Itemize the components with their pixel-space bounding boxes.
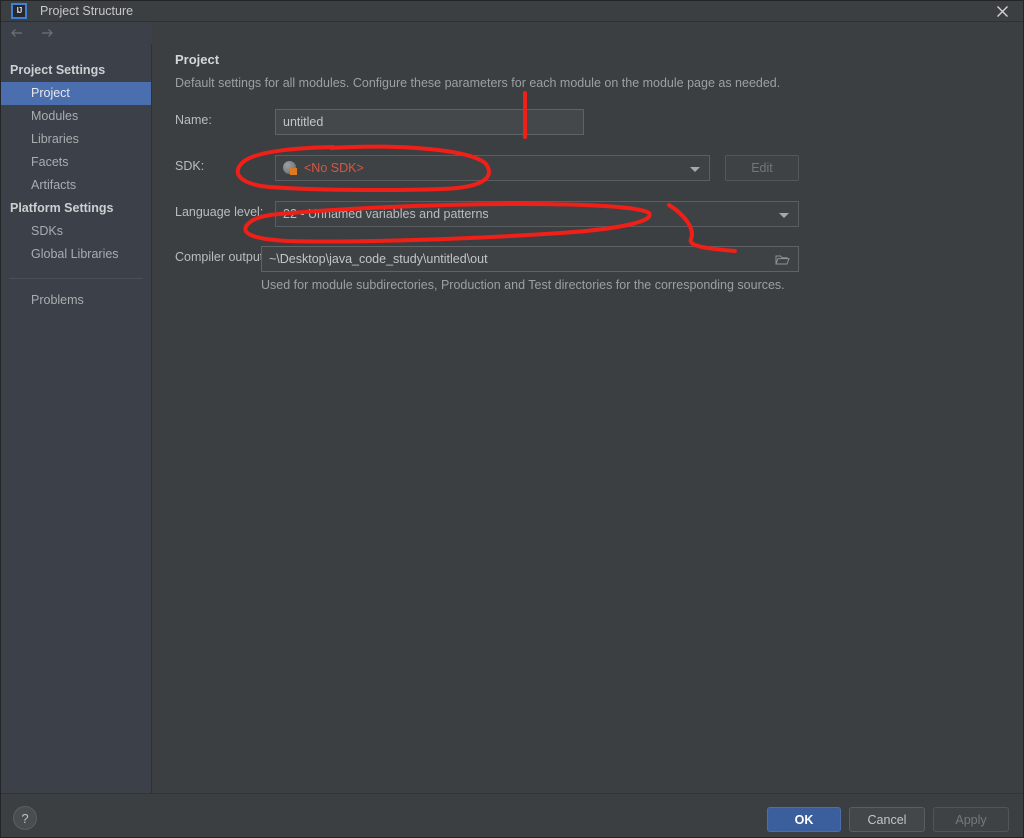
folder-icon[interactable]	[775, 253, 790, 266]
intellij-logo-icon: IJ	[11, 3, 27, 19]
sidebar-item-facets[interactable]: Facets	[1, 151, 151, 174]
language-level-row: Language level: 22 - Unnamed variables a…	[153, 201, 1023, 227]
compiler-output-input[interactable]: ~\Desktop\java_code_study\untitled\out	[261, 246, 799, 272]
title-bar: IJ Project Structure	[1, 1, 1023, 22]
sidebar-item-sdks[interactable]: SDKs	[1, 220, 151, 243]
window-title: Project Structure	[40, 4, 134, 18]
sdk-combobox[interactable]: <No SDK>	[275, 155, 710, 181]
edit-sdk-button[interactable]: Edit	[725, 155, 799, 181]
apply-button[interactable]: Apply	[933, 807, 1009, 832]
dialog-footer: ? OK Cancel Apply	[1, 793, 1023, 837]
help-button[interactable]: ?	[13, 806, 37, 830]
cancel-button[interactable]: Cancel	[849, 807, 925, 832]
page-description: Default settings for all modules. Config…	[175, 76, 781, 90]
sidebar-divider	[9, 278, 143, 279]
chevron-down-icon	[690, 167, 700, 172]
project-structure-dialog: IJ Project Structure Project Settings Pr…	[0, 0, 1024, 838]
compiler-output-helper-text: Used for module subdirectories, Producti…	[261, 278, 785, 292]
sdk-label: SDK:	[175, 159, 205, 173]
name-input[interactable]: untitled	[275, 109, 584, 135]
page-title: Project	[175, 52, 220, 67]
language-level-value: 22 - Unnamed variables and patterns	[283, 207, 489, 221]
name-label: Name:	[175, 113, 212, 127]
sdk-value: <No SDK>	[304, 161, 364, 175]
chevron-down-icon	[779, 213, 789, 218]
compiler-output-value: ~\Desktop\java_code_study\untitled\out	[269, 252, 488, 266]
sidebar-item-libraries[interactable]: Libraries	[1, 128, 151, 151]
sidebar-item-global-libraries[interactable]: Global Libraries	[1, 243, 151, 266]
sdk-row: SDK: <No SDK> Edit	[153, 155, 1023, 181]
sidebar-item-artifacts[interactable]: Artifacts	[1, 174, 151, 197]
sdk-globe-icon	[283, 160, 298, 176]
name-input-value: untitled	[283, 115, 324, 129]
arrow-right-icon[interactable]	[39, 25, 55, 41]
settings-sidebar: Project Settings Project Modules Librari…	[1, 44, 152, 793]
arrow-left-icon[interactable]	[9, 25, 25, 41]
sidebar-item-modules[interactable]: Modules	[1, 105, 151, 128]
close-icon[interactable]	[980, 1, 1023, 22]
navigation-toolbar	[1, 22, 152, 44]
project-settings-panel: Project Default settings for all modules…	[153, 44, 1023, 793]
language-level-combobox[interactable]: 22 - Unnamed variables and patterns	[275, 201, 799, 227]
compiler-output-row: Compiler output: ~\Desktop\java_code_stu…	[153, 246, 1023, 272]
sidebar-item-project[interactable]: Project	[1, 82, 151, 105]
sidebar-group-platform-settings: Platform Settings	[10, 201, 114, 215]
sidebar-group-project-settings: Project Settings	[10, 63, 106, 77]
language-level-label: Language level:	[175, 205, 264, 219]
sidebar-item-problems[interactable]: Problems	[1, 289, 151, 312]
compiler-output-label: Compiler output:	[175, 250, 267, 264]
ok-button[interactable]: OK	[767, 807, 841, 832]
name-row: Name: untitled	[153, 109, 1023, 135]
